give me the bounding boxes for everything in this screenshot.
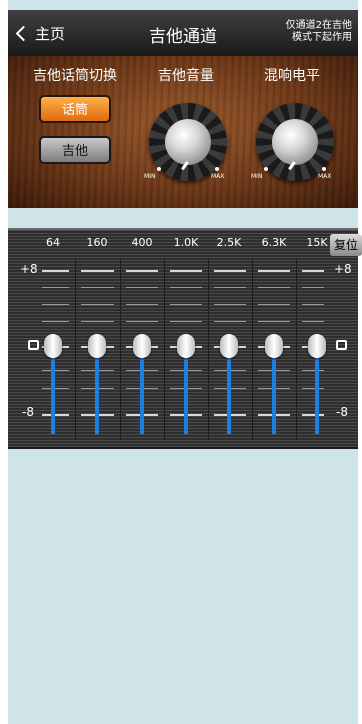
- min-dot: [264, 167, 268, 171]
- eq-slider[interactable]: [264, 230, 284, 447]
- guitar-control-panel: 吉他话筒切换 吉他音量 混响电平 话筒 吉他 MIN MAX MIN MAX: [8, 56, 358, 208]
- volume-label: 吉他音量: [158, 68, 214, 84]
- reset-button[interactable]: 复位: [330, 234, 362, 256]
- slider-fill: [227, 346, 231, 434]
- slider-fill: [95, 346, 99, 434]
- reverb-knob[interactable]: MIN MAX: [251, 100, 337, 184]
- switch-label: 吉他话筒切换: [33, 68, 117, 84]
- max-text: MAX: [318, 173, 332, 180]
- eq-slider[interactable]: [219, 230, 239, 447]
- eq-slider[interactable]: [87, 230, 107, 447]
- slider-fill: [315, 346, 319, 434]
- slider-fill: [272, 346, 276, 434]
- scale-bottom-left: -8: [22, 405, 34, 419]
- column-divider: [75, 260, 76, 440]
- slider-fill: [184, 346, 188, 434]
- column-divider: [164, 260, 165, 440]
- max-dot: [215, 167, 219, 171]
- eq-slider[interactable]: [176, 230, 196, 447]
- scale-top-right: +8: [334, 262, 352, 276]
- volume-knob[interactable]: MIN MAX: [144, 100, 230, 184]
- scale-bottom-right: -8: [336, 405, 348, 419]
- eq-slider[interactable]: [132, 230, 152, 447]
- min-text: MIN: [144, 173, 156, 180]
- column-divider: [252, 260, 253, 440]
- knob-cap: [272, 119, 318, 165]
- back-button[interactable]: 主页: [14, 23, 65, 44]
- guitar-button[interactable]: 吉他: [39, 136, 111, 164]
- slider-thumb[interactable]: [308, 334, 326, 358]
- slider-thumb[interactable]: [133, 334, 151, 358]
- min-text: MIN: [251, 173, 263, 180]
- knob-cap: [165, 119, 211, 165]
- slider-thumb[interactable]: [220, 334, 238, 358]
- slider-thumb[interactable]: [44, 334, 62, 358]
- slider-fill: [140, 346, 144, 434]
- column-divider: [120, 260, 121, 440]
- zero-mark-left: [28, 340, 39, 350]
- eq-slider[interactable]: [43, 230, 63, 447]
- mic-button[interactable]: 话筒: [39, 95, 111, 123]
- slider-thumb[interactable]: [265, 334, 283, 358]
- equalizer-panel: 复位 +8 +8 -8 -8 64 160 400 1.0K 2.5K 6.3K 15K: [8, 228, 362, 449]
- mode-hint-line2: 模式下起作用: [292, 32, 352, 43]
- scale-top-left: +8: [20, 262, 38, 276]
- max-dot: [322, 167, 326, 171]
- zero-mark-right: [336, 340, 347, 350]
- mode-hint: 仅通道2在吉他 模式下起作用: [276, 20, 352, 44]
- slider-thumb[interactable]: [88, 334, 106, 358]
- column-divider: [208, 260, 209, 440]
- max-text: MAX: [211, 173, 225, 180]
- back-label: 主页: [35, 25, 66, 43]
- mode-hint-line1: 仅通道2在吉他: [285, 20, 352, 31]
- eq-slider[interactable]: [307, 230, 327, 447]
- chevron-left-icon: [15, 25, 32, 42]
- min-dot: [157, 167, 161, 171]
- reverb-label: 混响电平: [264, 68, 320, 84]
- column-divider: [296, 260, 297, 440]
- nav-header: 主页 吉他通道 仅通道2在吉他 模式下起作用: [8, 10, 358, 57]
- slider-thumb[interactable]: [177, 334, 195, 358]
- slider-fill: [51, 346, 55, 434]
